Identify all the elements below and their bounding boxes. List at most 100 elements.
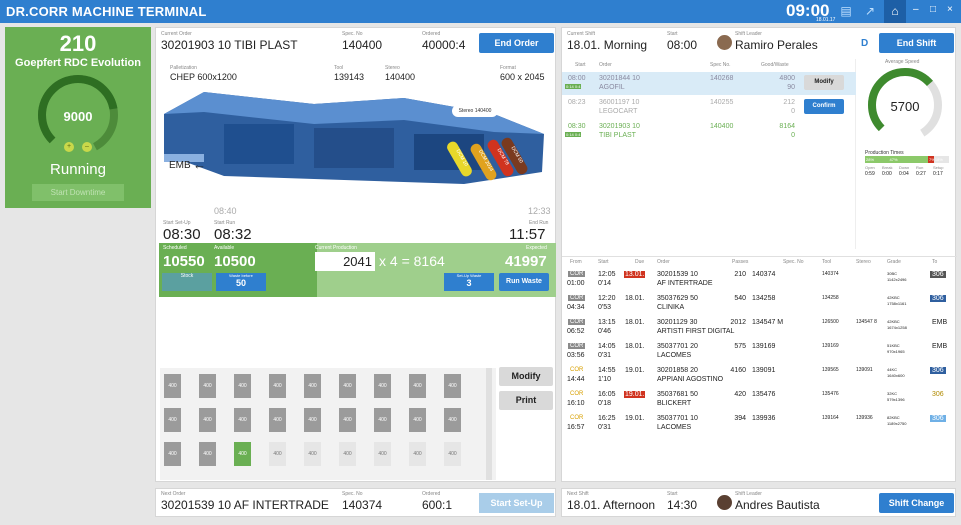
queue-grade: 32KC — [887, 391, 898, 396]
sheet-cell[interactable]: 400 — [164, 374, 181, 398]
run-waste-button[interactable]: Run Waste — [499, 273, 549, 291]
queue-row[interactable]: COR 16:10 16:05 0'18 19.01. 35037681 50 BLICKE… — [562, 391, 957, 413]
shift-change-button[interactable]: Shift Change — [879, 493, 954, 513]
sheet-cell[interactable]: 400 — [339, 442, 356, 466]
queue-row[interactable]: COR 01:00 12:05 0'14 13.01. 30201539 10 AF INT… — [562, 271, 957, 293]
sheet-cell[interactable]: 400 — [199, 442, 216, 466]
shift-panel: Current Shift 18.01. Morning Start 08:00… — [561, 27, 957, 482]
sheet-cell[interactable]: 400 — [409, 374, 426, 398]
confirm-order-button[interactable]: Confirm — [804, 99, 844, 114]
queue-tool: 126500 — [822, 319, 839, 325]
sheet-cell[interactable]: 400 — [444, 374, 461, 398]
ordered-label: Ordered — [422, 31, 441, 37]
modify-sheets-button[interactable]: Modify — [499, 367, 553, 386]
current-production-input[interactable]: 2041 — [315, 252, 375, 271]
queue-row[interactable]: COR 16:57 16:25 0'31 19.01. 35037701 10 LACOME… — [562, 415, 957, 437]
sheet-cell[interactable]: 400 — [304, 408, 321, 432]
sheet-cell[interactable]: 400 — [234, 408, 251, 432]
end-shift-button[interactable]: End Shift — [879, 33, 954, 53]
setup-waste-button[interactable]: Set-Up Waste 3 — [444, 273, 494, 291]
queue-row[interactable]: COR 04:34 12:20 0'53 18.01. 35037629 50 CLINIK… — [562, 295, 957, 317]
row-order-number: 36001197 10 — [599, 99, 640, 106]
waste-before-button[interactable]: Waste before 50 — [216, 273, 266, 291]
sheet-cell[interactable]: 400 — [269, 408, 286, 432]
to-badge: EMB — [932, 319, 948, 326]
print-button[interactable]: Print — [499, 391, 553, 410]
shift-order-row[interactable]: 08:23 36001197 10 LEGOCART 140255 212 0 — [562, 99, 802, 121]
sheet-cell[interactable]: 400 — [164, 442, 181, 466]
minimize-icon[interactable]: – — [913, 4, 919, 15]
sheet-cell[interactable]: 400 — [444, 408, 461, 432]
queue-spec: 134258 — [752, 295, 776, 302]
spec-label: Spec. No — [342, 31, 363, 37]
home-button[interactable]: ⌂ — [884, 0, 906, 23]
queue-tool: 139169 — [822, 343, 839, 349]
next-shift-start-label: Start — [667, 491, 678, 497]
end-order-button[interactable]: End Order — [479, 33, 554, 53]
sheet-cell[interactable]: 400 — [374, 374, 391, 398]
start-time: 14:05 — [598, 343, 616, 350]
document-icon[interactable]: ▤ — [838, 3, 854, 19]
waste-before-value: 50 — [235, 278, 246, 288]
sheet-cell[interactable]: 400 — [199, 408, 216, 432]
queue-col-header: Passes — [732, 259, 749, 265]
queue-spec: 135476 — [752, 391, 776, 398]
start-downtime-button[interactable]: Start Downtime — [32, 184, 124, 201]
sheet-cell[interactable]: 400 — [409, 442, 426, 466]
close-icon[interactable]: × — [947, 4, 953, 15]
pt-head: Break — [882, 165, 893, 170]
duration: 1'10 — [598, 376, 612, 383]
duration: 0'53 — [598, 304, 612, 311]
planned-end-time: 12:33 — [528, 206, 551, 216]
next-order-value: 30201539 10 AF INTERTRADE — [161, 498, 329, 512]
sheet-cell[interactable]: 400 — [304, 442, 321, 466]
queue-order-name: ARTISTI FIRST DIGITAL — [657, 328, 735, 335]
queue-row[interactable]: COR 06:52 13:15 0'46 18.01. 30201129 30 ARTIST… — [562, 319, 957, 341]
queue-row[interactable]: COR 03:56 14:05 0'31 18.01. 35037701 20 LACOME… — [562, 343, 957, 365]
row-spec: 140255 — [710, 99, 734, 106]
queue-tool: 134258 — [822, 295, 839, 301]
sheet-cell[interactable]: 400 — [409, 408, 426, 432]
queue-spec: 140374 — [752, 271, 776, 278]
sheet-cell[interactable]: 400 — [374, 442, 391, 466]
pt-value: 0:27 — [916, 171, 926, 177]
sheet-cell[interactable]: 400 — [304, 374, 321, 398]
queue-stereo: 139936 — [856, 415, 873, 421]
restore-icon[interactable]: □ — [930, 4, 936, 15]
title-bar: DR.CORR MACHINE TERMINAL 09:00 18.01.17 … — [0, 0, 961, 23]
sheet-cell[interactable]: 400 — [234, 442, 251, 466]
speed-up-icon[interactable]: + — [64, 142, 74, 152]
row-order-name: TIBI PLAST — [599, 132, 636, 139]
sheet-cell[interactable]: 400 — [269, 442, 286, 466]
sheet-cell[interactable]: 400 — [234, 374, 251, 398]
chart-icon[interactable]: ↗ — [862, 3, 878, 19]
speed-down-icon[interactable]: – — [82, 142, 92, 152]
sheet-cell[interactable]: 400 — [269, 374, 286, 398]
shift-order-row[interactable]: 08:00 0:14 0:4 30201844 10 AGOFIL 140268 4800… — [562, 75, 802, 97]
queue-grade-size: 1640x600 — [887, 373, 905, 378]
sheet-cell[interactable]: 400 — [374, 408, 391, 432]
scheduled-label: Scheduled — [163, 245, 187, 251]
passes: 575 — [734, 343, 746, 350]
modify-order-button[interactable]: Modify — [804, 75, 844, 90]
queue-col-header: Spec. No — [783, 259, 804, 265]
grid-scrollbar[interactable] — [486, 368, 492, 480]
queue-col-header: Order — [657, 259, 670, 265]
sheet-cell[interactable]: 400 — [444, 442, 461, 466]
stereo-value: 140400 — [385, 72, 416, 82]
sheet-grid: 400 400 400 400 400 400 400 400 400 400 400 400 400 4… — [160, 368, 496, 480]
due-date: 18.01. — [625, 319, 645, 326]
emb-label: EMB — [169, 160, 191, 171]
duration: 0'14 — [598, 280, 612, 287]
shift-order-row[interactable]: 08:30 0:14 0:4 30201903 10 TIBI PLAST 140400… — [562, 123, 802, 145]
row-waste: 0 — [791, 132, 795, 139]
stock-button[interactable]: Stock — [162, 273, 212, 291]
start-setup-button[interactable]: Start Set-Up — [479, 493, 554, 513]
queue-row[interactable]: COR 14:44 14:55 1'10 19.01. 30201858 20 APPIAN… — [562, 367, 957, 389]
production-formula: x 4 = 8164 — [379, 253, 445, 269]
due-date: 18.01. — [625, 295, 645, 302]
sheet-cell[interactable]: 400 — [339, 408, 356, 432]
sheet-cell[interactable]: 400 — [164, 408, 181, 432]
sheet-cell[interactable]: 400 — [339, 374, 356, 398]
sheet-cell[interactable]: 400 — [199, 374, 216, 398]
